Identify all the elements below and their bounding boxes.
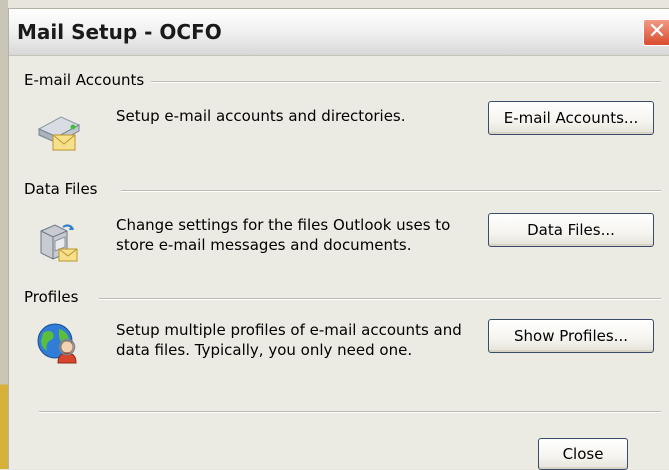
section-heading-data-files: Data Files: [24, 180, 98, 198]
data-files-button-label: Data Files...: [527, 221, 615, 239]
profiles-description-line2: data files. Typically, you only need one…: [116, 341, 413, 359]
close-icon: ✕: [647, 19, 667, 44]
window-title: Mail Setup - OCFO: [17, 20, 222, 44]
show-profiles-button[interactable]: Show Profiles...: [488, 319, 654, 353]
mail-setup-dialog: Mail Setup - OCFO ✕ E-mail Accounts Setu…: [8, 8, 669, 470]
separator-data-files: [121, 190, 661, 192]
background-window-edge: [0, 0, 8, 469]
separator-email-accounts: [151, 81, 661, 83]
data-files-icon: [40, 224, 78, 262]
data-files-description-line1: Change settings for the files Outlook us…: [116, 216, 451, 234]
data-files-description-line2: store e-mail messages and documents.: [116, 236, 412, 254]
email-accounts-description: Setup e-mail accounts and directories.: [116, 107, 406, 125]
profiles-description-line1: Setup multiple profiles of e-mail accoun…: [116, 321, 462, 339]
section-heading-profiles: Profiles: [24, 288, 79, 306]
separator-profiles: [99, 298, 661, 300]
section-heading-email-accounts: E-mail Accounts: [24, 71, 145, 89]
close-button[interactable]: Close: [538, 438, 628, 470]
close-button-label: Close: [562, 445, 604, 463]
show-profiles-button-label: Show Profiles...: [513, 327, 628, 345]
footer-separator: [39, 411, 661, 413]
profiles-icon: [37, 323, 77, 364]
email-accounts-icon: [37, 116, 81, 151]
data-files-button[interactable]: Data Files...: [488, 213, 654, 247]
email-accounts-button-label: E-mail Accounts...: [503, 109, 639, 127]
email-accounts-button[interactable]: E-mail Accounts...: [488, 101, 654, 135]
close-window-button[interactable]: ✕: [643, 19, 669, 46]
title-bar[interactable]: Mail Setup - OCFO ✕: [9, 9, 669, 56]
